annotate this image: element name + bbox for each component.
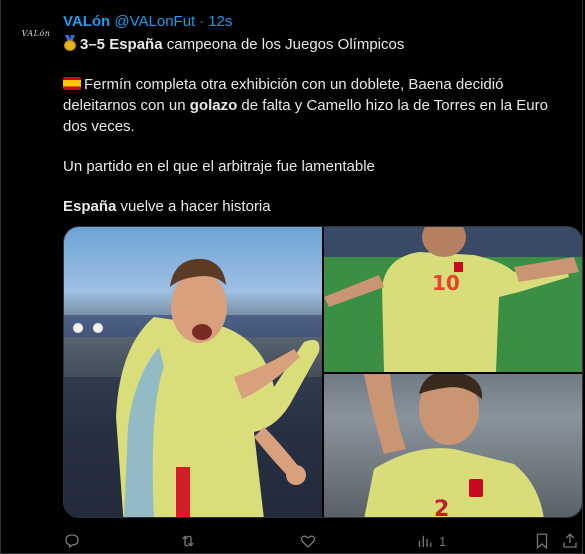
post-text: 3–5 España campeona de los Juegos Olímpi… xyxy=(63,34,575,217)
author-name[interactable]: VALón xyxy=(63,13,110,30)
jersey-number: 10 xyxy=(432,271,460,295)
views-count: 1 xyxy=(439,533,447,549)
reply-button[interactable] xyxy=(63,532,81,550)
spain-flag-icon xyxy=(63,77,81,90)
post-card[interactable]: VALón VALón @VALonFut · 12s 3–5 España cam… xyxy=(0,0,583,554)
bookmark-button[interactable] xyxy=(533,532,551,550)
bookmark-icon xyxy=(536,533,548,550)
photo-player-ten[interactable]: 10 xyxy=(324,227,582,372)
avatar-logo: VALón xyxy=(21,28,51,38)
reply-icon xyxy=(65,534,79,549)
like-icon xyxy=(300,535,316,548)
history-bold: España xyxy=(63,198,117,215)
photo-player-close[interactable]: 2 xyxy=(324,374,582,518)
history-rest: vuelve a hacer historia xyxy=(116,198,271,215)
summary-bold: golazo xyxy=(189,97,238,114)
photo-celebration-large[interactable] xyxy=(64,227,322,517)
headline-line: 3–5 España campeona de los Juegos Olímpi… xyxy=(63,34,575,55)
post-header: VALón @VALonFut · 12s xyxy=(63,12,232,32)
paragraph-referee: Un partido en el que el arbitraje fue la… xyxy=(63,158,375,175)
medal-icon xyxy=(63,35,77,51)
headline-rest: campeona de los Juegos Olímpicos xyxy=(162,36,405,53)
avatar[interactable]: VALón xyxy=(15,12,57,54)
action-bar: 1 xyxy=(63,530,583,554)
author-handle[interactable]: @VALonFut xyxy=(114,13,195,30)
views-icon xyxy=(418,535,432,547)
paragraph-history: España vuelve a hacer historia xyxy=(63,196,575,217)
post-timestamp[interactable]: 12s xyxy=(208,13,232,30)
repost-button[interactable] xyxy=(179,532,197,550)
media-grid: 10 2 xyxy=(63,226,583,518)
views-button[interactable]: 1 xyxy=(415,532,446,550)
svg-text:2: 2 xyxy=(434,497,449,518)
separator-dot: · xyxy=(199,13,205,30)
repost-icon xyxy=(182,535,194,547)
paragraph-summary: Fermín completa otra exhibición con un d… xyxy=(63,74,575,137)
headline-score: 3–5 España xyxy=(80,36,163,53)
share-icon xyxy=(563,533,577,548)
share-button[interactable] xyxy=(561,532,579,550)
like-button[interactable] xyxy=(299,532,317,550)
